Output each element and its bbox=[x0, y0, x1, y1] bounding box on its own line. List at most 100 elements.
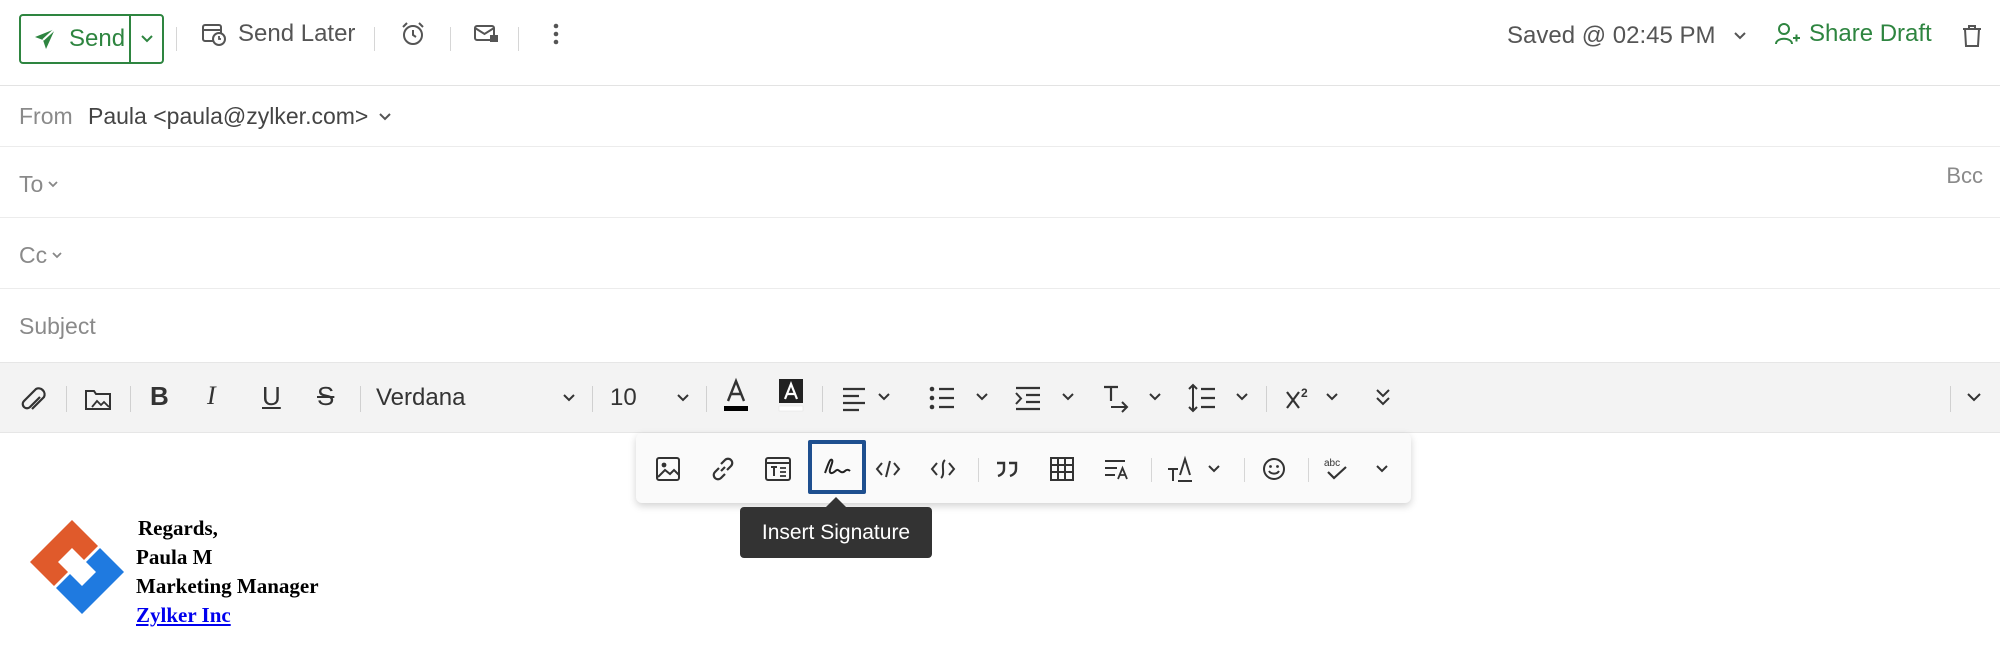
superscript-button[interactable]: 2 bbox=[1285, 381, 1339, 415]
more-options-button[interactable] bbox=[543, 20, 569, 48]
signature-title: Marketing Manager bbox=[136, 574, 319, 598]
insert-html-button[interactable] bbox=[874, 455, 902, 483]
text-color-button[interactable] bbox=[722, 377, 750, 417]
bullet-list-icon bbox=[929, 386, 988, 410]
chevron-down-icon bbox=[1734, 32, 1747, 40]
image-icon bbox=[656, 457, 680, 481]
text-color-icon bbox=[724, 377, 748, 411]
signature-icon bbox=[824, 458, 851, 475]
bcc-toggle[interactable]: Bcc bbox=[1946, 163, 1983, 189]
insert-table-button[interactable] bbox=[1048, 455, 1076, 483]
font-family-value: Verdana bbox=[376, 384, 466, 411]
insert-image-button[interactable] bbox=[654, 455, 682, 483]
divider bbox=[1244, 458, 1245, 482]
to-row[interactable]: To bbox=[0, 147, 2000, 218]
text-direction-button[interactable] bbox=[1101, 381, 1163, 415]
insert-template-button[interactable] bbox=[764, 455, 792, 483]
divider bbox=[450, 27, 451, 51]
underline-button[interactable]: U bbox=[262, 381, 281, 412]
to-label: To bbox=[19, 171, 44, 197]
chevron-down-icon bbox=[677, 394, 689, 402]
signature-company-link[interactable]: Zylker Inc bbox=[136, 603, 231, 627]
saved-status[interactable]: Saved @ 02:45 PM bbox=[1507, 22, 1747, 50]
chevron-down-icon bbox=[563, 394, 575, 402]
cc-field-toggle[interactable]: Cc bbox=[19, 242, 63, 269]
more-formatting-button[interactable] bbox=[1373, 381, 1393, 415]
align-left-icon bbox=[843, 387, 890, 412]
table-icon bbox=[1050, 457, 1074, 481]
line-spacing-button[interactable] bbox=[1188, 381, 1250, 415]
insert-from-cloud-button[interactable] bbox=[84, 381, 112, 415]
insert-toolbar: abc bbox=[636, 433, 1411, 503]
divider bbox=[1950, 386, 1951, 412]
template-icon bbox=[765, 457, 791, 481]
code-snippet-icon bbox=[930, 459, 956, 479]
subject-row[interactable]: Subject bbox=[0, 289, 2000, 362]
divider bbox=[1151, 458, 1152, 482]
send-button[interactable]: Send bbox=[21, 16, 131, 62]
insert-signature-button[interactable] bbox=[808, 440, 866, 494]
alarm-clock-icon bbox=[402, 22, 424, 45]
divider bbox=[518, 27, 519, 51]
font-size-select[interactable]: 10 bbox=[610, 380, 690, 416]
discard-button[interactable] bbox=[1959, 22, 1985, 50]
send-button-group: Send bbox=[19, 14, 164, 64]
from-address: Paula <paula@zylker.com> bbox=[88, 103, 369, 129]
link-icon bbox=[712, 457, 734, 481]
bullet-list-button[interactable] bbox=[928, 381, 990, 415]
chevron-down-icon bbox=[48, 181, 58, 188]
svg-text:2: 2 bbox=[1301, 386, 1308, 400]
trash-icon bbox=[1963, 25, 1981, 47]
paperclip-icon bbox=[21, 387, 46, 410]
cc-row[interactable]: Cc bbox=[0, 218, 2000, 289]
insert-quote-button[interactable] bbox=[993, 455, 1021, 483]
font-family-select[interactable]: Verdana bbox=[376, 380, 576, 416]
line-spacing-icon bbox=[1188, 383, 1248, 413]
to-field-toggle[interactable]: To bbox=[19, 171, 59, 198]
tooltip: Insert Signature bbox=[740, 497, 932, 558]
clear-format-button[interactable] bbox=[1166, 455, 1222, 483]
company-logo bbox=[22, 512, 132, 622]
compose-toolbar: Send Send Later Saved @ 02:45 PM Share D… bbox=[0, 0, 2000, 86]
send-later-button[interactable]: Send Later bbox=[200, 20, 355, 48]
add-user-icon bbox=[1775, 23, 1800, 45]
chevron-down-icon bbox=[52, 252, 62, 259]
insert-code-snippet-button[interactable] bbox=[929, 455, 957, 483]
align-button[interactable] bbox=[841, 381, 895, 415]
divider bbox=[360, 386, 361, 412]
divider bbox=[66, 386, 67, 412]
reminder-button[interactable] bbox=[399, 20, 427, 48]
divider bbox=[1308, 458, 1309, 482]
smiley-icon bbox=[1263, 458, 1285, 480]
from-address-select[interactable]: Paula <paula@zylker.com> bbox=[88, 103, 392, 130]
format-toolbar: B I U S Verdana 10 2 bbox=[0, 362, 2000, 433]
quote-icon bbox=[997, 461, 1018, 478]
text-format-button[interactable] bbox=[1103, 455, 1131, 483]
insert-emoji-button[interactable] bbox=[1260, 455, 1288, 483]
divider bbox=[130, 386, 131, 412]
divider bbox=[978, 458, 979, 482]
spellcheck-button[interactable]: abc bbox=[1322, 455, 1400, 483]
send-label: Send bbox=[69, 25, 126, 52]
indent-button[interactable] bbox=[1014, 381, 1076, 415]
more-vertical-icon bbox=[553, 23, 559, 45]
divider bbox=[374, 27, 375, 51]
subject-input[interactable]: Subject bbox=[19, 313, 96, 340]
share-draft-label: Share Draft bbox=[1809, 20, 1932, 47]
strikethrough-button[interactable]: S bbox=[317, 381, 334, 412]
insert-link-button[interactable] bbox=[709, 455, 737, 483]
italic-button[interactable]: I bbox=[207, 381, 216, 411]
chevron-down-icon bbox=[379, 112, 392, 120]
folder-image-icon bbox=[85, 390, 111, 410]
cc-label: Cc bbox=[19, 242, 48, 268]
bold-button[interactable]: B bbox=[150, 381, 169, 412]
background-color-button[interactable] bbox=[777, 377, 805, 417]
send-options-button[interactable] bbox=[131, 16, 162, 62]
collapse-toolbar-button[interactable] bbox=[1964, 381, 1984, 415]
divider bbox=[1266, 386, 1267, 412]
divider bbox=[822, 386, 823, 412]
superscript-icon: 2 bbox=[1286, 386, 1338, 409]
share-draft-button[interactable]: Share Draft bbox=[1773, 20, 1932, 48]
read-receipt-button[interactable] bbox=[472, 20, 500, 48]
attach-button[interactable] bbox=[20, 381, 48, 415]
